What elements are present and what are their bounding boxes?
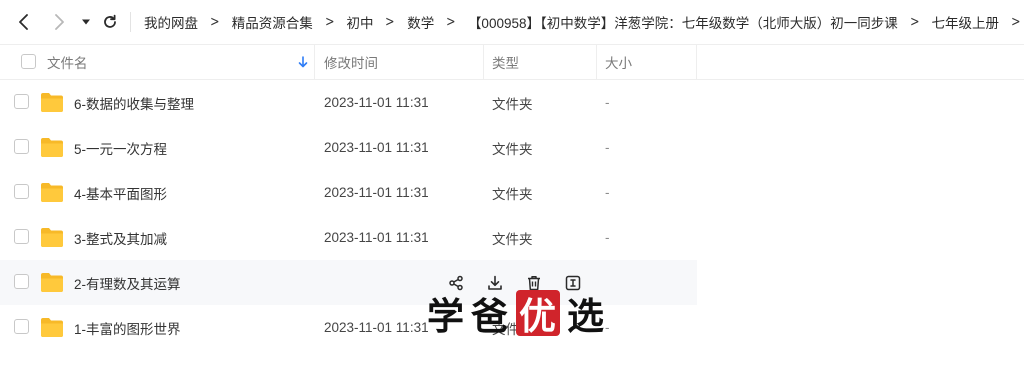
file-modified: 2023-11-01 11:31 <box>324 140 429 155</box>
breadcrumb-item-course[interactable]: 【000958】【初中数学】洋葱学院：七年级数学（北师大版）初一同步课 <box>468 12 898 32</box>
breadcrumb-item-current[interactable]: 七年级上册 <box>931 12 999 32</box>
breadcrumb-item-collection[interactable]: 精品资源合集 <box>232 12 313 32</box>
caret-down-icon <box>82 19 90 25</box>
breadcrumb: 我的网盘 > 精品资源合集 > 初中 > 数学 > 【000958】【初中数学】… <box>144 0 1024 44</box>
file-row[interactable]: 5-一元一次方程 2023-11-01 11:31 文件夹 - <box>0 125 1024 170</box>
nav-divider <box>130 12 131 32</box>
forward-button[interactable] <box>45 8 73 36</box>
breadcrumb-separator: > <box>909 14 920 30</box>
column-header-modified[interactable]: 修改时间 <box>324 45 378 79</box>
file-modified: 2023-11-01 11:31 <box>324 230 429 245</box>
file-name[interactable]: 1-丰富的图形世界 <box>74 305 181 350</box>
row-checkbox[interactable] <box>14 139 29 154</box>
column-divider <box>696 45 697 79</box>
file-modified: 2023-11-01 11:31 <box>324 320 429 335</box>
breadcrumb-item-my-drive[interactable]: 我的网盘 <box>144 12 198 32</box>
file-type: 文件夹 <box>492 231 533 247</box>
folder-icon <box>41 183 63 202</box>
file-list-header: 文件名 修改时间 类型 大小 <box>0 44 1024 80</box>
file-name[interactable]: 3-整式及其加减 <box>74 215 167 260</box>
sort-arrow-down-icon[interactable] <box>298 45 308 79</box>
select-all-checkbox[interactable] <box>21 54 36 69</box>
file-modified: 2023-11-01 11:31 <box>324 185 429 200</box>
watermark-char: 选 <box>567 295 605 338</box>
watermark-char: 爸 <box>471 295 509 338</box>
breadcrumb-separator: > <box>385 14 396 30</box>
column-divider <box>314 45 315 79</box>
chevron-left-icon <box>19 14 28 30</box>
column-divider <box>596 45 597 79</box>
row-checkbox[interactable] <box>14 319 29 334</box>
refresh-button[interactable] <box>96 8 124 36</box>
file-size: - <box>605 140 610 155</box>
file-modified: 2023-11-01 11:31 <box>324 95 429 110</box>
folder-icon <box>41 318 63 337</box>
watermark-logo: 学 爸 优 选 <box>424 287 608 339</box>
row-checkbox[interactable] <box>14 229 29 244</box>
file-size: - <box>605 185 610 200</box>
file-name[interactable]: 6-数据的收集与整理 <box>74 80 194 125</box>
file-row[interactable]: 3-整式及其加减 2023-11-01 11:31 文件夹 - <box>0 215 1024 260</box>
file-type: 文件夹 <box>492 141 533 157</box>
column-header-name[interactable]: 文件名 <box>47 45 88 79</box>
folder-icon <box>41 228 63 247</box>
breadcrumb-item-math[interactable]: 数学 <box>407 12 434 32</box>
back-button[interactable] <box>10 8 38 36</box>
watermark-stamp: 优 <box>516 290 560 338</box>
watermark-char: 学 <box>427 295 465 338</box>
breadcrumb-item-junior-high[interactable]: 初中 <box>346 12 373 32</box>
breadcrumb-separator: > <box>324 14 335 30</box>
file-type: 文件夹 <box>492 96 533 112</box>
breadcrumb-separator: > <box>1011 14 1021 30</box>
file-type: 文件夹 <box>492 186 533 202</box>
refresh-icon <box>104 14 116 28</box>
file-size: - <box>605 230 610 245</box>
folder-icon <box>41 138 63 157</box>
file-row[interactable]: 4-基本平面图形 2023-11-01 11:31 文件夹 - <box>0 170 1024 215</box>
chevron-right-icon <box>55 14 64 30</box>
column-header-type[interactable]: 类型 <box>492 45 519 79</box>
file-size: - <box>605 95 610 110</box>
row-checkbox[interactable] <box>14 94 29 109</box>
column-header-size[interactable]: 大小 <box>605 45 632 79</box>
row-checkbox[interactable] <box>14 274 29 289</box>
file-name[interactable]: 5-一元一次方程 <box>74 125 167 170</box>
folder-icon <box>41 273 63 292</box>
file-name[interactable]: 2-有理数及其运算 <box>74 260 181 305</box>
folder-icon <box>41 93 63 112</box>
column-divider <box>483 45 484 79</box>
breadcrumb-separator: > <box>210 14 220 30</box>
row-checkbox[interactable] <box>14 184 29 199</box>
navigation-bar: 我的网盘 > 精品资源合集 > 初中 > 数学 > 【000958】【初中数学】… <box>0 0 1024 44</box>
breadcrumb-separator: > <box>446 14 456 30</box>
file-row[interactable]: 6-数据的收集与整理 2023-11-01 11:31 文件夹 - <box>0 80 1024 125</box>
file-name[interactable]: 4-基本平面图形 <box>74 170 167 215</box>
